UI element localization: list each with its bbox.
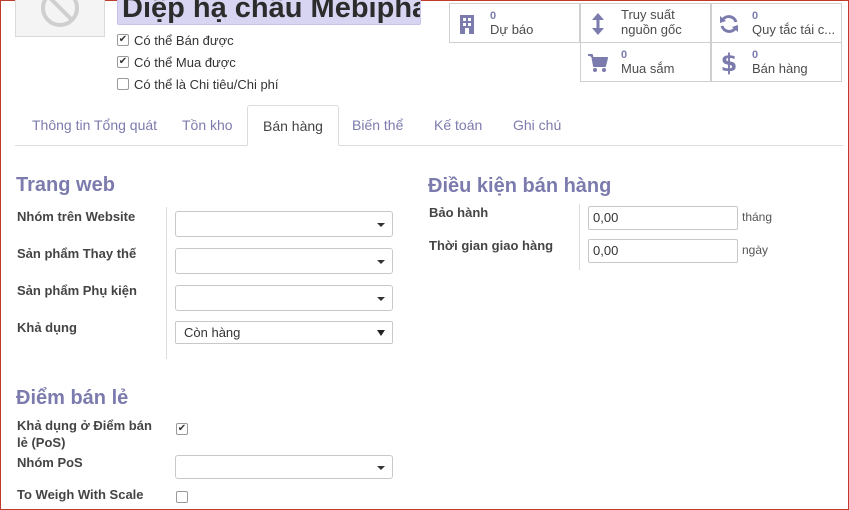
reorder-rules-count: 0: [752, 10, 759, 22]
to-weigh-checkbox[interactable]: [176, 491, 188, 503]
tab-sales[interactable]: Bán hàng: [247, 105, 339, 146]
pos-category-label: Nhóm PoS: [17, 455, 83, 470]
purchases-label: Mua sắm: [621, 61, 675, 76]
arrows-updown-icon: [592, 13, 604, 35]
reorder-rules-label: Quy tắc tái c...: [752, 22, 836, 37]
chevron-down-icon: [377, 466, 385, 470]
purchases-count: 0: [621, 49, 628, 61]
forecast-button[interactable]: 0 Dự báo: [449, 3, 580, 43]
no-image-icon: [41, 0, 79, 27]
traceability-button[interactable]: Truy suất nguồn gốc: [580, 3, 711, 43]
sale-conditions-title: Điều kiện bán hàng: [428, 175, 612, 197]
product-image[interactable]: [15, 0, 105, 37]
availability-select[interactable]: Còn hàng: [175, 321, 393, 344]
forecast-label: Dự báo: [490, 22, 534, 37]
pos-category-select[interactable]: [175, 455, 393, 479]
traceability-label: Truy suất nguồn gốc: [621, 7, 682, 37]
pos-available-label: Khả dụng ở Điểm bán lẻ (PoS): [17, 418, 152, 450]
product-name-input[interactable]: Diệp hạ châu Mebiphar: [117, 0, 421, 25]
website-group-select[interactable]: [175, 211, 393, 237]
alternative-products-select[interactable]: [175, 248, 393, 274]
can-be-purchased-checkbox[interactable]: ✔: [117, 56, 129, 68]
can-be-purchased-checkbox-row[interactable]: ✔ Có thể Mua được: [117, 53, 236, 71]
can-be-expensed-label: Có thể là Chi tiêu/Chi phí: [134, 76, 279, 92]
warranty-unit: tháng: [742, 210, 773, 224]
tab-inventory[interactable]: Tồn kho: [167, 105, 248, 146]
can-be-purchased-label: Có thể Mua được: [134, 54, 236, 70]
tab-general-info[interactable]: Thông tin Tổng quát: [17, 105, 172, 146]
tab-variants[interactable]: Biến thể: [337, 105, 418, 146]
cart-icon: [588, 54, 608, 72]
availability-label: Khả dụng: [17, 320, 77, 335]
sales-count: 0: [752, 49, 759, 61]
building-icon: [460, 15, 474, 34]
dollar-icon: $: [720, 49, 738, 77]
pos-available-checkbox[interactable]: ✔: [176, 423, 188, 435]
website-section-title: Trang web: [16, 174, 115, 196]
can-be-sold-checkbox-row[interactable]: ✔ Có thể Bán được: [117, 31, 234, 49]
to-weigh-label: To Weigh With Scale: [17, 487, 144, 502]
sales-button[interactable]: $ 0 Bán hàng: [711, 42, 842, 82]
sale-conditions-divider: [579, 204, 580, 270]
can-be-sold-checkbox[interactable]: ✔: [117, 34, 129, 46]
website-divider: [166, 207, 167, 359]
warranty-label: Bảo hành: [429, 205, 489, 220]
chevron-down-icon: [377, 260, 385, 264]
forecast-count: 0: [490, 10, 497, 22]
sales-label: Bán hàng: [752, 61, 808, 76]
alternative-products-label: Sản phẩm Thay thế: [17, 246, 137, 261]
accessory-products-select[interactable]: [175, 285, 393, 311]
reorder-rules-button[interactable]: 0 Quy tắc tái c...: [711, 3, 842, 43]
website-group-label: Nhóm trên Website: [17, 209, 136, 224]
chevron-down-icon: [377, 223, 385, 227]
warranty-input[interactable]: 0,00: [588, 206, 738, 230]
can-be-expensed-checkbox-row[interactable]: Có thể là Chi tiêu/Chi phí: [117, 75, 279, 93]
purchases-button[interactable]: 0 Mua sắm: [580, 42, 711, 82]
can-be-expensed-checkbox[interactable]: [117, 78, 129, 90]
pos-section-title: Điểm bán lẻ: [16, 387, 129, 409]
lead-time-label: Thời gian giao hàng: [429, 238, 554, 253]
refresh-icon: [720, 15, 738, 33]
chevron-down-icon: [377, 330, 385, 336]
lead-time-unit: ngày: [742, 243, 769, 257]
tab-accounting[interactable]: Kế toán: [419, 105, 497, 146]
accessory-products-label: Sản phẩm Phụ kiện: [17, 283, 137, 298]
notebook-tabs: Thông tin Tổng quát Tồn kho Bán hàng Biế…: [15, 105, 843, 146]
can-be-sold-label: Có thể Bán được: [134, 32, 234, 48]
availability-value: Còn hàng: [184, 325, 241, 340]
tab-notes[interactable]: Ghi chú: [498, 105, 576, 146]
chevron-down-icon: [377, 297, 385, 301]
lead-time-input[interactable]: 0,00: [588, 239, 738, 263]
